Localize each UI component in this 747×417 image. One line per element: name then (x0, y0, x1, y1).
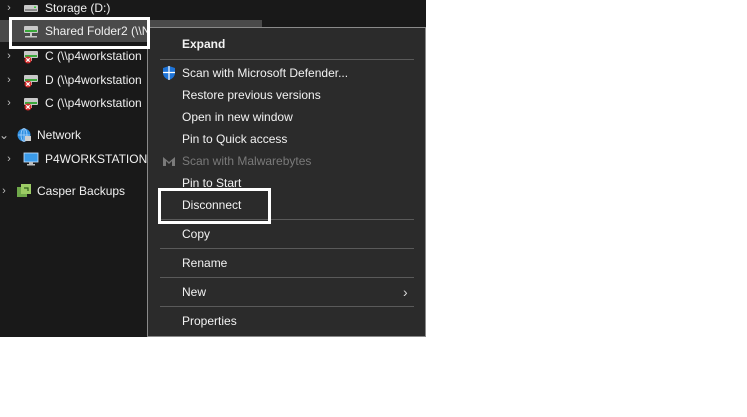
menu-separator (160, 59, 414, 60)
tree-item-label: C (\\p4workstation (45, 49, 142, 63)
drive-icon (24, 5, 38, 12)
menu-item-scan-defender[interactable]: Scan with Microsoft Defender... (148, 62, 425, 84)
tree-item-label: P4WORKSTATION1 (45, 152, 154, 166)
computer-icon (23, 152, 39, 166)
menu-item-label: Open in new window (182, 110, 293, 124)
menu-item-label: Restore previous versions (182, 88, 321, 102)
menu-item-disconnect[interactable]: Disconnect (148, 194, 425, 216)
chevron-down-icon[interactable]: ⌄ (0, 128, 10, 142)
disconnected-drive-icon (24, 75, 38, 88)
menu-item-rename[interactable]: Rename (148, 252, 425, 274)
menu-item-properties[interactable]: Properties (148, 310, 425, 332)
navigation-pane: › Storage (D:) Shared Folder2 (\\N › C (… (0, 0, 426, 337)
chevron-right-icon[interactable]: › (3, 2, 15, 14)
tree-item-label: C (\\p4workstation (45, 96, 142, 110)
menu-item-label: Scan with Microsoft Defender... (182, 66, 349, 80)
menu-item-label: Rename (182, 256, 228, 270)
menu-item-new[interactable]: New › (148, 281, 425, 303)
tree-item-label: Shared Folder2 (\\N (45, 24, 151, 38)
menu-item-label: Disconnect (182, 198, 242, 212)
chevron-right-icon[interactable]: › (3, 50, 15, 62)
defender-shield-icon (163, 66, 175, 80)
menu-item-pin-quick-access[interactable]: Pin to Quick access (148, 128, 425, 150)
backups-icon (17, 184, 31, 197)
context-menu: Expand Scan with Microsoft Defender... R… (147, 27, 426, 337)
menu-item-label: Copy (182, 227, 211, 241)
menu-separator (160, 219, 414, 220)
chevron-right-icon: › (403, 284, 408, 300)
menu-separator (160, 277, 414, 278)
menu-item-pin-to-start[interactable]: Pin to Start (148, 172, 425, 194)
menu-item-open-new-window[interactable]: Open in new window (148, 106, 425, 128)
menu-item-label: Properties (182, 314, 237, 328)
chevron-right-icon[interactable]: › (0, 185, 10, 197)
tree-item-label: D (\\p4workstation (45, 73, 142, 87)
menu-item-label: Scan with Malwarebytes (182, 154, 312, 168)
menu-separator (160, 306, 414, 307)
menu-item-label: Pin to Start (182, 176, 242, 190)
tree-item-label: Casper Backups (37, 184, 126, 198)
menu-item-label: New (182, 285, 207, 299)
menu-item-label: Expand (182, 37, 226, 51)
menu-item-copy[interactable]: Copy (148, 223, 425, 245)
disconnected-drive-icon (24, 51, 38, 64)
chevron-right-icon[interactable]: › (3, 153, 15, 165)
menu-item-scan-malwarebytes[interactable]: Scan with Malwarebytes (148, 150, 425, 172)
chevron-right-icon[interactable]: › (3, 74, 15, 86)
tree-item-label: Storage (D:) (45, 1, 111, 15)
menu-separator (160, 248, 414, 249)
menu-item-expand[interactable]: Expand (148, 33, 425, 55)
menu-item-label: Pin to Quick access (182, 132, 288, 146)
network-icon (17, 128, 31, 142)
malwarebytes-icon (163, 157, 175, 166)
network-drive-icon (24, 26, 38, 38)
chevron-right-icon[interactable]: › (3, 97, 15, 109)
menu-item-restore-previous-versions[interactable]: Restore previous versions (148, 84, 425, 106)
disconnected-drive-icon (24, 98, 38, 111)
tree-item-label: Network (37, 128, 82, 142)
tree-item-storage-d[interactable]: › Storage (D:) (0, 0, 426, 19)
